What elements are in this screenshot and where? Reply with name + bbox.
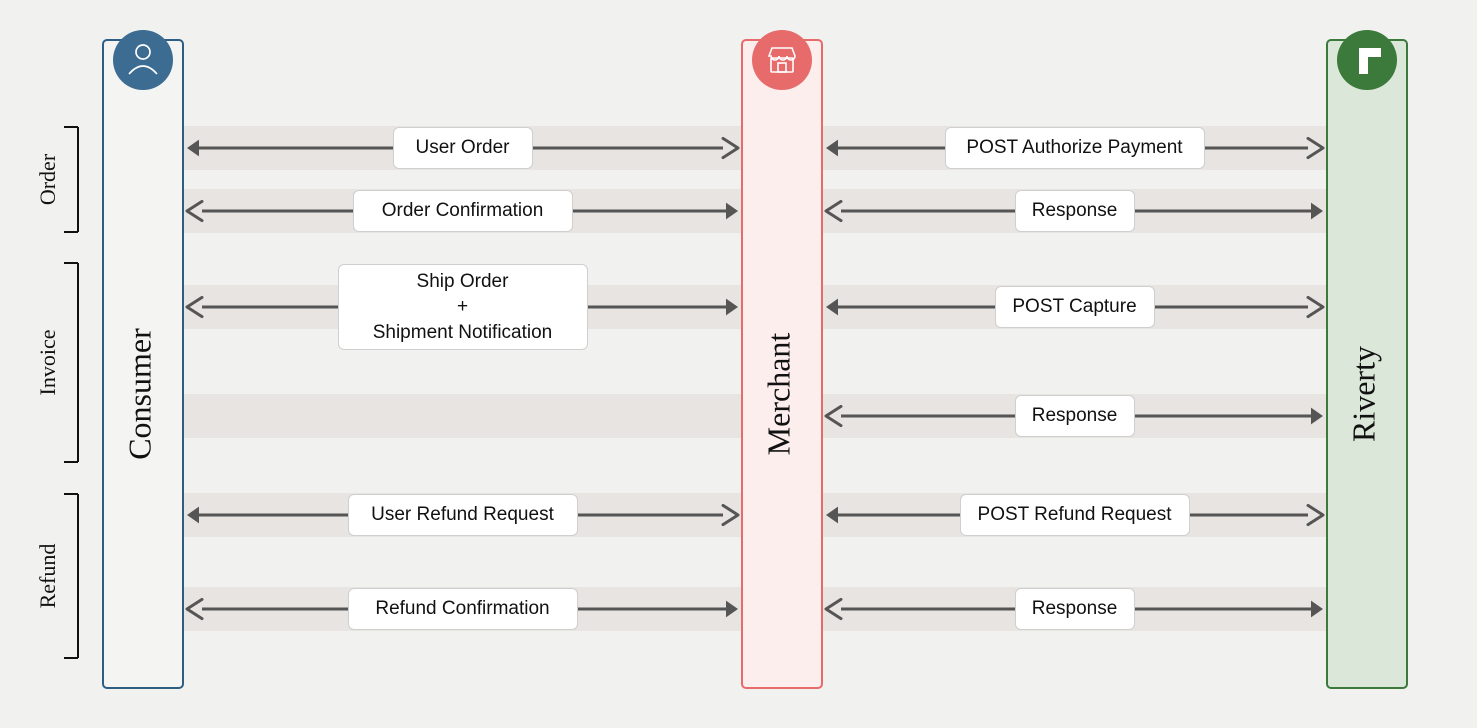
group-label: Order	[35, 153, 60, 205]
message-label: POST Authorize Payment	[945, 127, 1205, 169]
message-label: User Refund Request	[348, 494, 578, 536]
message-label: Response	[1015, 190, 1135, 232]
message-label: POST Capture	[995, 286, 1155, 328]
message-label: Response	[1015, 395, 1135, 437]
message-label: Refund Confirmation	[348, 588, 578, 630]
lifeline-label-merchant: Merchant	[760, 333, 796, 456]
lifeline-label-riverty: Riverty	[1345, 346, 1381, 442]
group-label: Refund	[35, 544, 60, 609]
message-label: Order Confirmation	[353, 190, 573, 232]
consumer-icon-bg	[113, 30, 173, 90]
group-label: Invoice	[35, 330, 60, 396]
message-label: Ship Order + Shipment Notification	[338, 264, 588, 350]
message-label: User Order	[393, 127, 533, 169]
lifeline-label-consumer: Consumer	[121, 328, 157, 460]
message-label: POST Refund Request	[960, 494, 1190, 536]
message-label: Response	[1015, 588, 1135, 630]
